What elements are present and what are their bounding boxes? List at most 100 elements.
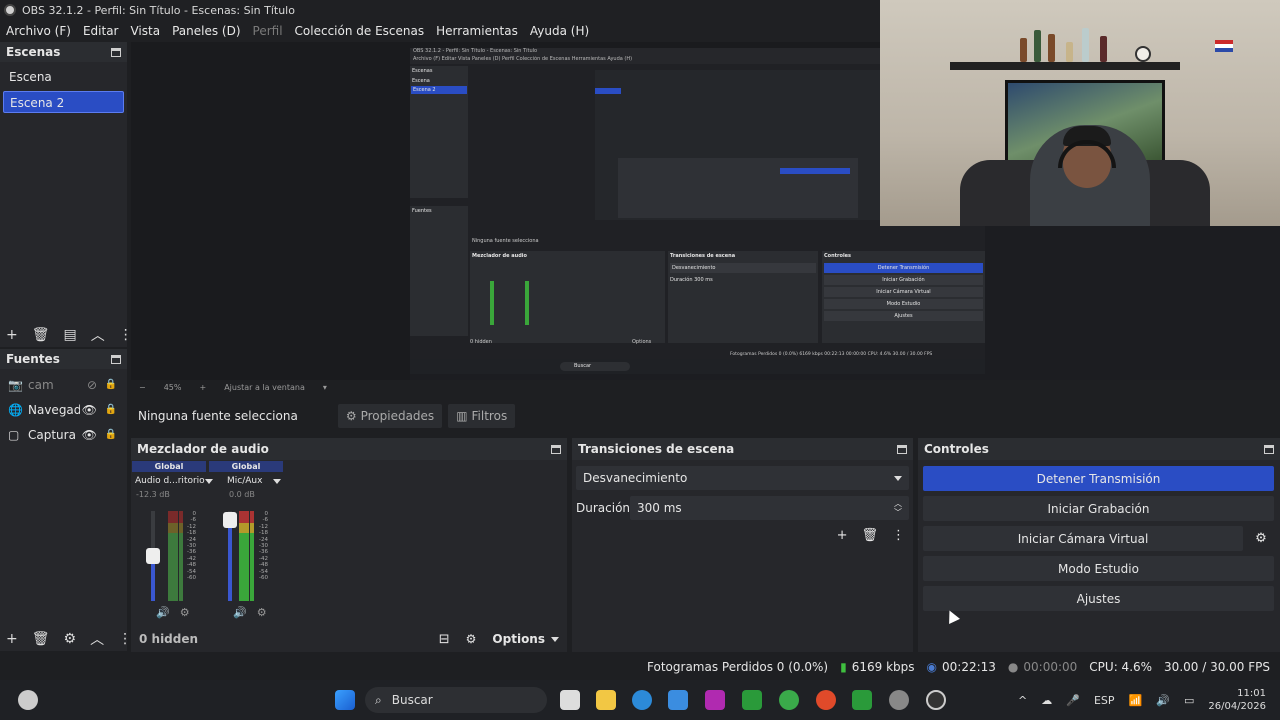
no-source-label: Ninguna fuente selecciona: [138, 409, 298, 423]
cloud-icon[interactable]: ☁: [1041, 694, 1052, 707]
menu-archivo[interactable]: Archivo (F): [0, 24, 77, 38]
chrome-icon[interactable]: [779, 690, 799, 710]
search-icon: ⌕: [375, 692, 382, 707]
obs-taskbar-icon[interactable]: [926, 690, 946, 710]
add-icon[interactable]: +: [837, 528, 848, 543]
float-dock-icon[interactable]: [111, 354, 121, 364]
source-item-captura[interactable]: ▢ Captura d 👁 🔒: [0, 422, 127, 447]
zoom-in-button[interactable]: +: [199, 383, 206, 392]
menu-perfil[interactable]: Perfil: [247, 24, 289, 38]
source-item-navegador[interactable]: 🌐 Navegadc 👁 🔒: [0, 397, 127, 422]
db-ticks: 0 -6 -12 -18 -24 -30 -36 -42 -48 -54 -60: [254, 511, 268, 581]
language-indicator[interactable]: ESP: [1094, 694, 1115, 707]
bottle: [1034, 30, 1041, 62]
menu-herramientas[interactable]: Herramientas: [430, 24, 524, 38]
wifi-icon[interactable]: 📶: [1129, 694, 1143, 707]
volume-icon[interactable]: 🔊: [1156, 694, 1170, 707]
mini-sources-title: Fuentes: [412, 208, 432, 214]
chevron-up-icon[interactable]: ︿: [90, 629, 104, 649]
settings-button[interactable]: Ajustes: [923, 586, 1274, 611]
xbox-icon[interactable]: [742, 690, 762, 710]
zoom-out-button[interactable]: −: [139, 383, 146, 392]
start-recording-button[interactable]: Iniciar Grabación: [923, 496, 1274, 521]
gear-icon[interactable]: ⚙: [180, 606, 190, 619]
spin-arrows-icon[interactable]: ︿ ﹀: [894, 499, 902, 517]
start-virtual-cam-button[interactable]: Iniciar Cámara Virtual: [923, 526, 1243, 551]
chevron-up-icon[interactable]: ︿: [91, 325, 105, 345]
menu-paneles[interactable]: Paneles (D): [166, 24, 246, 38]
taskbar-clock[interactable]: 11:01 26/04/2026: [1208, 687, 1266, 713]
taskbar-search[interactable]: ⌕ Buscar: [365, 687, 547, 713]
virtual-cam-settings-icon[interactable]: ⚙: [1248, 526, 1274, 551]
windows-start-icon[interactable]: [335, 690, 355, 710]
chevron-up-icon[interactable]: ^: [1018, 694, 1027, 707]
eye-icon[interactable]: 👁: [82, 403, 97, 417]
preview-area[interactable]: OBS 32.1.2 - Perfil: Sin Título - Escena…: [131, 0, 1280, 380]
stream-status: ◉ 00:22:13: [927, 660, 996, 674]
trash-icon[interactable]: 🗑: [861, 528, 878, 543]
scene-item-escena-2[interactable]: Escena 2: [3, 91, 124, 113]
source-item-cam[interactable]: 📷 cam ⊘ 🔒: [0, 372, 127, 397]
volume-fader-knob[interactable]: [223, 512, 237, 528]
transitions-dock-header: Transiciones de escena: [572, 438, 913, 460]
fit-window-button[interactable]: Ajustar a la ventana: [224, 383, 305, 392]
menu-coleccion-escenas[interactable]: Colección de Escenas: [289, 24, 431, 38]
edge-icon[interactable]: [632, 690, 652, 710]
task-view-icon[interactable]: [560, 690, 580, 710]
scenes-dock-header: Escenas: [0, 42, 127, 62]
chevron-down-icon[interactable]: ▾: [323, 383, 327, 392]
scenes-dock: Escenas Escena Escena 2 + 🗑 ▤ ︿ ⋮: [0, 42, 133, 347]
lock-icon[interactable]: 🔒: [105, 379, 117, 390]
properties-button[interactable]: ⚙ Propiedades: [337, 404, 443, 428]
float-dock-icon[interactable]: [1264, 444, 1274, 454]
transition-select[interactable]: Desvanecimiento: [576, 466, 909, 490]
battery-icon[interactable]: ▭: [1184, 694, 1194, 707]
window-icon: ▢: [8, 427, 20, 442]
speaker-icon[interactable]: 🔊: [156, 606, 170, 619]
mini-transitions: Transiciones de escena Desvanecimiento D…: [668, 251, 818, 343]
eye-hidden-icon[interactable]: ⊘: [87, 378, 97, 392]
xbox-app-icon[interactable]: [852, 690, 872, 710]
lock-icon[interactable]: 🔒: [105, 404, 117, 415]
store-icon[interactable]: [668, 690, 688, 710]
bottle: [1048, 34, 1055, 62]
studio-mode-button[interactable]: Modo Estudio: [923, 556, 1274, 581]
mini-stop-stream: Detener Transmisión: [824, 263, 983, 273]
mixer-settings-icon[interactable]: ⚙: [466, 632, 477, 646]
gear-icon[interactable]: ⚙: [64, 631, 77, 647]
stop-stream-button[interactable]: Detener Transmisión: [923, 466, 1274, 491]
more-icon[interactable]: ⋮: [118, 631, 132, 647]
flag-icon: [1215, 40, 1233, 52]
scene-item-escena[interactable]: Escena: [3, 66, 124, 88]
trash-icon[interactable]: 🗑: [32, 631, 50, 647]
filters-icon[interactable]: ▤: [64, 327, 77, 343]
microphone-icon[interactable]: 🎤: [1066, 694, 1080, 707]
trash-icon[interactable]: 🗑: [32, 327, 50, 343]
volume-fader-knob[interactable]: [146, 548, 160, 564]
duration-spinbox[interactable]: 300 ms ︿ ﹀: [630, 496, 909, 520]
chrome-alt-icon[interactable]: [816, 690, 836, 710]
menu-vista[interactable]: Vista: [124, 24, 166, 38]
channel-name-dropdown[interactable]: Audio d...ritorio: [132, 476, 213, 486]
float-dock-icon[interactable]: [897, 444, 907, 454]
eye-icon[interactable]: 👁: [82, 428, 97, 442]
mini-start-vcam: Iniciar Cámara Virtual: [824, 287, 983, 297]
filters-button[interactable]: ▥ Filtros: [448, 404, 516, 428]
add-icon[interactable]: +: [6, 631, 18, 647]
menu-ayuda[interactable]: Ayuda (H): [524, 24, 595, 38]
more-icon[interactable]: ⋮: [892, 528, 905, 543]
add-icon[interactable]: +: [6, 327, 18, 343]
menu-editar[interactable]: Editar: [77, 24, 125, 38]
layout-icon[interactable]: ⊟: [439, 632, 450, 647]
settings-app-icon[interactable]: [889, 690, 909, 710]
lock-icon[interactable]: 🔒: [105, 429, 117, 440]
options-button[interactable]: Options: [492, 632, 559, 646]
gear-icon[interactable]: ⚙: [257, 606, 267, 619]
weather-icon[interactable]: [18, 690, 38, 710]
float-dock-icon[interactable]: [111, 47, 121, 57]
file-explorer-icon[interactable]: [596, 690, 616, 710]
instagram-icon[interactable]: [705, 690, 725, 710]
speaker-icon[interactable]: 🔊: [233, 606, 247, 619]
channel-name-dropdown[interactable]: Mic/Aux: [209, 476, 283, 486]
float-dock-icon[interactable]: [551, 444, 561, 454]
